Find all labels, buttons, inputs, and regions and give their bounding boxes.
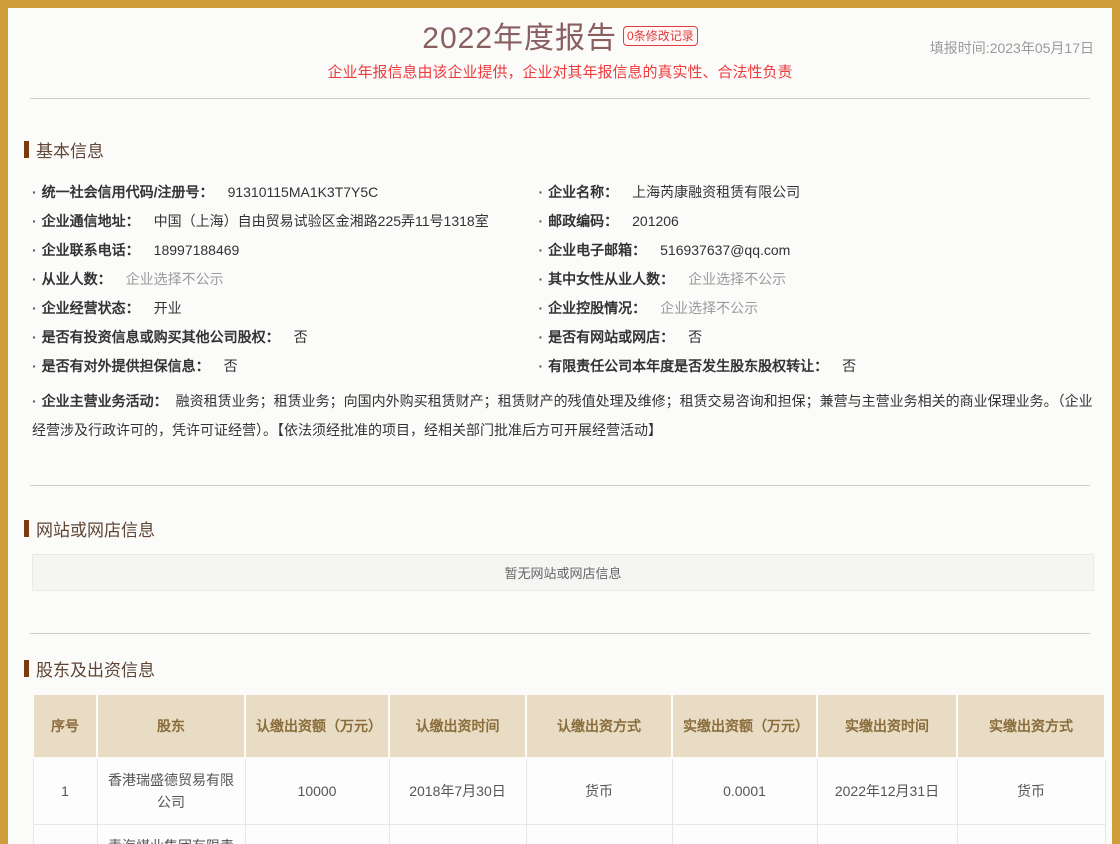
bullet-icon xyxy=(32,358,42,374)
column-header-subscribed-date: 认缴出资时间 xyxy=(389,694,526,758)
cell-subscribed-method: 货币 xyxy=(526,758,672,824)
table-row: 2 青海煤业集团有限责任公司 30000 2018年7月30日 货币 30000… xyxy=(33,824,1105,844)
section-divider xyxy=(30,485,1090,486)
column-header-subscribed-amount: 认缴出资额（万元） xyxy=(245,694,389,758)
bullet-icon xyxy=(538,358,548,374)
cell-shareholder: 香港瑞盛德贸易有限公司 xyxy=(97,758,245,824)
section-marker-icon xyxy=(24,141,29,158)
bullet-icon xyxy=(538,271,548,287)
column-header-index: 序号 xyxy=(33,694,97,758)
column-header-paid-date: 实缴出资时间 xyxy=(817,694,957,758)
shareholders-heading-label: 股东及出资信息 xyxy=(36,656,155,681)
cell-shareholder: 青海煤业集团有限责任公司 xyxy=(97,824,245,844)
website-empty-text: 暂无网站或网店信息 xyxy=(504,566,621,581)
section-marker-icon xyxy=(24,660,29,677)
field-postal-code: 邮政编码：201206 xyxy=(538,207,1096,236)
field-guarantee-info: 是否有对外提供担保信息：否 xyxy=(32,352,538,381)
bullet-icon xyxy=(538,184,548,200)
cell-subscribed-amount: 30000 xyxy=(245,824,389,844)
bullet-icon xyxy=(538,242,548,258)
cell-paid-amount: 30000 xyxy=(672,824,817,844)
field-holding-status: 企业控股情况：企业选择不公示 xyxy=(538,294,1096,323)
shareholders-table: 序号 股东 认缴出资额（万元） 认缴出资时间 认缴出资方式 实缴出资额（万元） … xyxy=(32,693,1106,844)
modification-records-badge[interactable]: 0条修改记录 xyxy=(623,26,698,46)
annual-report-page: 2022年度报告 0条修改记录 填报时间:2023年05月17日 企业年报信息由… xyxy=(8,8,1112,844)
bullet-icon xyxy=(32,184,42,200)
field-employee-count: 从业人数：企业选择不公示 xyxy=(32,265,538,294)
field-email: 企业电子邮箱：516937637@qq.com xyxy=(538,236,1096,265)
field-credit-code: 统一社会信用代码/注册号：91310115MA1K3T7Y5C xyxy=(32,178,538,207)
cell-paid-method: 货币 xyxy=(957,758,1105,824)
basic-info-fields: 统一社会信用代码/注册号：91310115MA1K3T7Y5C 企业名称：上海芮… xyxy=(24,178,1096,381)
cell-subscribed-amount: 10000 xyxy=(245,758,389,824)
column-header-shareholder: 股东 xyxy=(97,694,245,758)
bullet-icon xyxy=(32,329,42,345)
table-header-row: 序号 股东 认缴出资额（万元） 认缴出资时间 认缴出资方式 实缴出资额（万元） … xyxy=(33,694,1105,758)
report-time-label: 填报时间:2023年05月17日 xyxy=(930,38,1094,58)
website-empty-notice: 暂无网站或网店信息 xyxy=(32,554,1094,591)
cell-index: 2 xyxy=(33,824,97,844)
bullet-icon xyxy=(32,300,42,316)
section-marker-icon xyxy=(24,520,29,537)
report-header: 2022年度报告 0条修改记录 填报时间:2023年05月17日 企业年报信息由… xyxy=(24,8,1096,82)
cell-paid-date: 2022年12月31日 xyxy=(817,758,957,824)
field-female-employee-count: 其中女性从业人数：企业选择不公示 xyxy=(538,265,1096,294)
header-divider xyxy=(30,98,1090,99)
cell-subscribed-date: 2018年7月30日 xyxy=(389,758,526,824)
shareholders-heading: 股东及出资信息 xyxy=(24,656,1096,681)
field-operating-status: 企业经营状态：开业 xyxy=(32,294,538,323)
cell-paid-method: 货币 xyxy=(957,824,1105,844)
website-info-section: 网站或网店信息 暂无网站或网店信息 xyxy=(24,516,1096,591)
field-address: 企业通信地址：中国（上海）自由贸易试验区金湘路225弄11号1318室 xyxy=(32,207,538,236)
bullet-icon xyxy=(32,393,42,409)
shareholders-section: 股东及出资信息 序号 股东 认缴出资额（万元） 认缴出资时间 认缴出资方式 实缴… xyxy=(24,656,1096,844)
field-company-name: 企业名称：上海芮康融资租赁有限公司 xyxy=(538,178,1096,207)
cell-subscribed-date: 2018年7月30日 xyxy=(389,824,526,844)
field-has-website: 是否有网站或网店：否 xyxy=(538,323,1096,352)
bullet-icon xyxy=(32,271,42,287)
field-investment-info: 是否有投资信息或购买其他公司股权：否 xyxy=(32,323,538,352)
cell-paid-date: 2018年7月30日 xyxy=(817,824,957,844)
bullet-icon xyxy=(32,242,42,258)
column-header-paid-amount: 实缴出资额（万元） xyxy=(672,694,817,758)
bullet-icon xyxy=(32,213,42,229)
column-header-paid-method: 实缴出资方式 xyxy=(957,694,1105,758)
basic-info-heading: 基本信息 xyxy=(24,137,1096,162)
cell-subscribed-method: 货币 xyxy=(526,824,672,844)
disclaimer-text: 企业年报信息由该企业提供，企业对其年报信息的真实性、合法性负责 xyxy=(24,61,1096,82)
title-row: 2022年度报告 0条修改记录 xyxy=(422,22,697,56)
field-equity-transfer: 有限责任公司本年度是否发生股东股权转让：否 xyxy=(538,352,1096,381)
cell-paid-amount: 0.0001 xyxy=(672,758,817,824)
bullet-icon xyxy=(538,329,548,345)
field-main-business: 企业主营业务活动：融资租赁业务；租赁业务；向国内外购买租赁财产；租赁财产的残值处… xyxy=(24,387,1096,445)
table-row: 1 香港瑞盛德贸易有限公司 10000 2018年7月30日 货币 0.0001… xyxy=(33,758,1105,824)
bullet-icon xyxy=(538,300,548,316)
bullet-icon xyxy=(538,213,548,229)
basic-info-section: 基本信息 统一社会信用代码/注册号：91310115MA1K3T7Y5C 企业名… xyxy=(24,137,1096,445)
field-phone: 企业联系电话：18997188469 xyxy=(32,236,538,265)
page-title: 2022年度报告 xyxy=(422,22,617,56)
cell-index: 1 xyxy=(33,758,97,824)
section-divider xyxy=(30,633,1090,634)
website-info-heading-label: 网站或网店信息 xyxy=(36,516,155,541)
website-info-heading: 网站或网店信息 xyxy=(24,516,1096,541)
basic-info-heading-label: 基本信息 xyxy=(36,137,104,162)
column-header-subscribed-method: 认缴出资方式 xyxy=(526,694,672,758)
